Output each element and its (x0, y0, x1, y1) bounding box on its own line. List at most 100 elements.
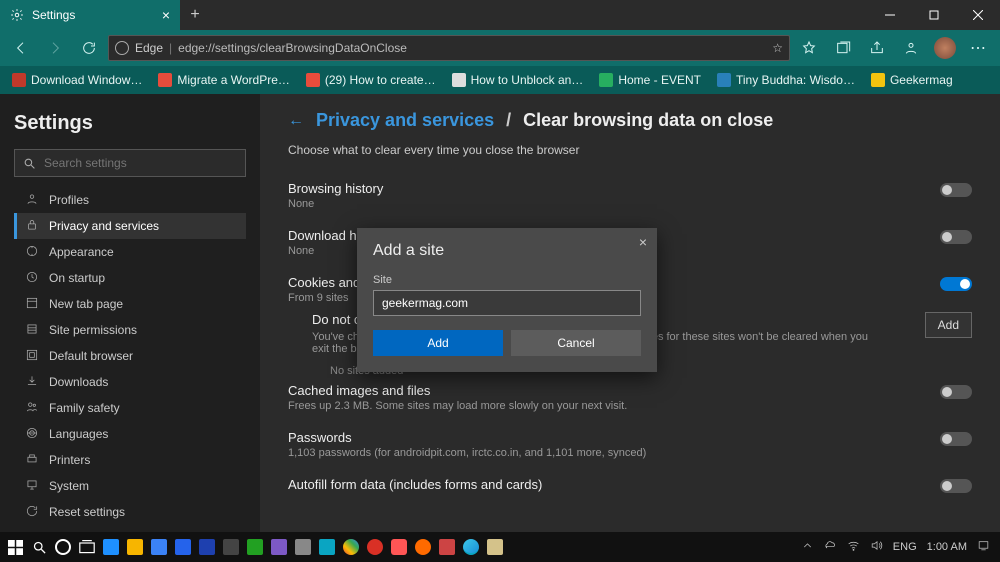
tray-clock[interactable]: 1:00 AM (927, 541, 967, 553)
setting-toggle[interactable] (940, 385, 972, 399)
setting-toggle[interactable] (940, 183, 972, 197)
setting-row: Cached images and filesFrees up 2.3 MB. … (288, 377, 972, 424)
window-maximize-button[interactable] (912, 0, 956, 30)
sidebar-item[interactable]: Reset settings (14, 499, 246, 525)
person-button[interactable] (896, 33, 926, 63)
taskbar-app-icon[interactable] (100, 536, 122, 558)
new-tab-button[interactable]: + (180, 6, 210, 24)
modal-close-button[interactable]: × (639, 234, 647, 250)
setting-toggle[interactable] (940, 432, 972, 446)
sidebar-item[interactable]: New tab page (14, 291, 246, 317)
taskbar-app-icon[interactable] (388, 536, 410, 558)
collections-button[interactable] (828, 33, 858, 63)
taskbar-app-icon[interactable] (436, 536, 458, 558)
address-bar[interactable]: Edge | edge://settings/clearBrowsingData… (108, 35, 790, 61)
titlebar: Settings × + (0, 0, 1000, 30)
sidebar-item-icon (25, 348, 39, 365)
taskbar-app-icon[interactable] (292, 536, 314, 558)
taskbar-app-icon[interactable] (148, 536, 170, 558)
sidebar-item[interactable]: Appearance (14, 239, 246, 265)
sidebar-item-label: Default browser (49, 349, 133, 363)
window-close-button[interactable] (956, 0, 1000, 30)
taskbar-app-icon[interactable] (172, 536, 194, 558)
bookmark-item[interactable]: (29) How to create… (300, 68, 442, 92)
search-icon (23, 157, 36, 170)
nav-forward-button[interactable] (40, 33, 70, 63)
tray-chevron-icon[interactable] (801, 539, 814, 555)
site-input[interactable] (373, 290, 641, 316)
search-settings[interactable] (14, 149, 246, 177)
sidebar-item[interactable]: Printers (14, 447, 246, 473)
taskbar-app-icon[interactable] (244, 536, 266, 558)
tray-notifications-icon[interactable] (977, 539, 990, 555)
sidebar-item-icon (25, 504, 39, 521)
taskbar-app-icon[interactable] (460, 536, 482, 558)
taskbar-app-icon[interactable] (364, 536, 386, 558)
setting-toggle[interactable] (940, 230, 972, 244)
tray-volume-icon[interactable] (870, 539, 883, 555)
taskbar-app-icon[interactable] (196, 536, 218, 558)
add-site-button[interactable]: Add (925, 312, 972, 338)
setting-toggle[interactable] (940, 479, 972, 493)
sidebar-item[interactable]: Site permissions (14, 317, 246, 343)
sidebar-item[interactable]: Family safety (14, 395, 246, 421)
taskbar-app-icon[interactable] (484, 536, 506, 558)
tray-onedrive-icon[interactable] (824, 539, 837, 555)
sidebar-item[interactable]: System (14, 473, 246, 499)
nav-refresh-button[interactable] (74, 33, 104, 63)
share-button[interactable] (862, 33, 892, 63)
setting-toggle[interactable] (940, 277, 972, 291)
search-taskbar-icon[interactable] (28, 536, 50, 558)
bookmark-label: Migrate a WordPre… (177, 73, 289, 87)
bookmark-item[interactable]: Migrate a WordPre… (152, 68, 295, 92)
modal-title: Add a site (373, 242, 641, 260)
taskbar-app-icon[interactable] (340, 536, 362, 558)
tray-wifi-icon[interactable] (847, 539, 860, 555)
sidebar-item-label: Appearance (49, 245, 114, 259)
taskbar-app-icon[interactable] (412, 536, 434, 558)
addr-separator: | (169, 41, 172, 55)
tray-language[interactable]: ENG (893, 541, 917, 553)
windows-taskbar: ENG 1:00 AM (0, 532, 1000, 562)
sidebar-item[interactable]: Default browser (14, 343, 246, 369)
favorites-button[interactable] (794, 33, 824, 63)
bookmark-label: Download Window… (31, 73, 142, 87)
bookmark-item[interactable]: Download Window… (6, 68, 148, 92)
profile-avatar[interactable] (930, 33, 960, 63)
sidebar-item[interactable]: Phone and other devices (14, 525, 246, 532)
sidebar-item[interactable]: Languages (14, 421, 246, 447)
modal-add-button[interactable]: Add (373, 330, 503, 356)
taskview-icon[interactable] (76, 536, 98, 558)
bookmark-item[interactable]: Geekermag (865, 68, 959, 92)
bookmark-label: Home - EVENT (618, 73, 701, 87)
more-menu-button[interactable]: ⋯ (964, 33, 994, 63)
cortana-icon[interactable] (52, 536, 74, 558)
breadcrumb-back-icon[interactable]: ← (288, 112, 304, 130)
sidebar-item-icon (25, 244, 39, 261)
setting-title: Browsing history (288, 181, 383, 196)
sidebar-item-icon (25, 400, 39, 417)
search-input[interactable] (44, 156, 237, 170)
sidebar-item[interactable]: Downloads (14, 369, 246, 395)
taskbar-app-icon[interactable] (220, 536, 242, 558)
window-minimize-button[interactable] (868, 0, 912, 30)
favorite-star-icon[interactable]: ☆ (772, 41, 783, 55)
taskbar-app-icon[interactable] (316, 536, 338, 558)
bookmark-item[interactable]: Home - EVENT (593, 68, 707, 92)
taskbar-app-icon[interactable] (124, 536, 146, 558)
sidebar-item-label: Site permissions (49, 323, 137, 337)
modal-cancel-button[interactable]: Cancel (511, 330, 641, 356)
sidebar-item[interactable]: On startup (14, 265, 246, 291)
browser-tab[interactable]: Settings × (0, 0, 180, 30)
nav-back-button[interactable] (6, 33, 36, 63)
breadcrumb-link[interactable]: Privacy and services (316, 110, 494, 131)
taskbar-app-icon[interactable] (268, 536, 290, 558)
sidebar-item[interactable]: Privacy and services (14, 213, 246, 239)
bookmark-item[interactable]: How to Unblock an… (446, 68, 590, 92)
tab-close-icon[interactable]: × (162, 7, 170, 23)
start-button[interactable] (4, 536, 26, 558)
bookmark-item[interactable]: Tiny Buddha: Wisdo… (711, 68, 861, 92)
sidebar-item-label: Privacy and services (49, 219, 159, 233)
bookmark-favicon (871, 73, 885, 87)
sidebar-item[interactable]: Profiles (14, 187, 246, 213)
